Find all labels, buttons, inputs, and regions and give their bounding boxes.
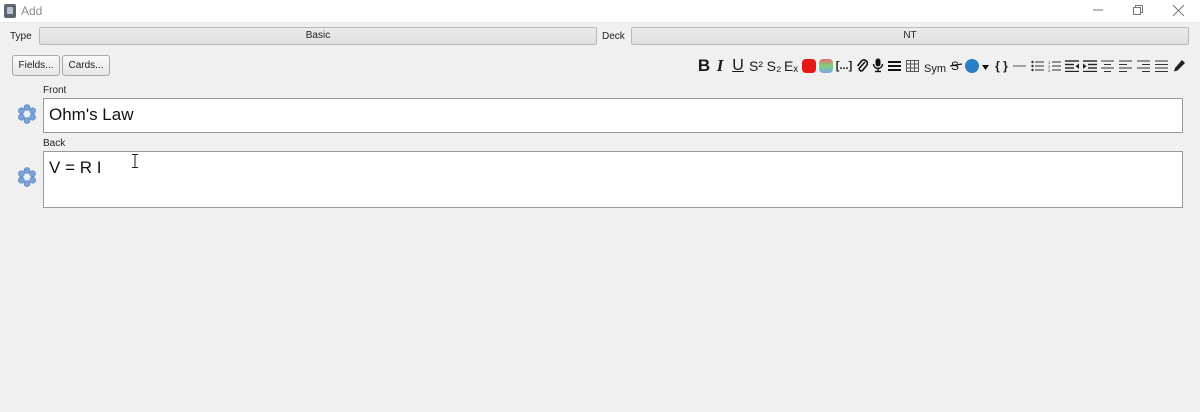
record-audio-button[interactable]	[870, 57, 885, 75]
sticky-field-icon[interactable]	[17, 167, 37, 187]
minimize-button[interactable]	[1078, 0, 1118, 20]
back-field-editor[interactable]: V = R I	[43, 151, 1183, 208]
back-field-text: V = R I	[49, 158, 102, 177]
text-cursor-icon	[132, 154, 138, 168]
align-right-button[interactable]	[1136, 57, 1151, 75]
subscript-button[interactable]: S₂	[765, 57, 783, 75]
background-color-button[interactable]	[964, 57, 990, 75]
indent-button[interactable]	[1082, 57, 1097, 75]
cards-button[interactable]: Cards...	[62, 55, 110, 76]
deck-label: Deck	[602, 31, 625, 42]
highlight-color-button[interactable]	[818, 57, 834, 75]
bullet-list-button[interactable]	[1030, 57, 1045, 75]
front-field-label: Front	[43, 85, 67, 96]
strikethrough-button[interactable]: S	[949, 57, 963, 75]
horizontal-rule-button[interactable]	[1012, 57, 1027, 75]
clear-format-button[interactable]: Eₓ	[783, 57, 799, 75]
restore-button[interactable]	[1118, 0, 1158, 20]
front-field-text: Ohm's Law	[49, 105, 134, 124]
text-color-icon	[802, 59, 816, 73]
pencil-button[interactable]	[1172, 57, 1187, 75]
align-center-icon	[1101, 60, 1114, 72]
background-color-icon	[965, 59, 989, 73]
italic-button[interactable]: I	[714, 57, 726, 75]
minimize-icon	[1093, 9, 1103, 11]
close-icon	[1172, 4, 1184, 17]
underline-button[interactable]: U	[730, 57, 746, 75]
attach-button[interactable]	[854, 57, 869, 75]
table-button[interactable]	[905, 57, 920, 75]
text-color-button[interactable]	[801, 57, 817, 75]
back-field-label: Back	[43, 138, 66, 149]
mathjax-button[interactable]: { }	[994, 57, 1009, 75]
cloze-button[interactable]: [...]	[835, 57, 853, 75]
numbered-list-button[interactable]: 123	[1047, 57, 1062, 75]
outdent-icon	[1064, 60, 1079, 72]
align-left-icon	[1119, 60, 1132, 72]
numbered-list-icon: 123	[1048, 60, 1061, 72]
formatting-toolbar: B I U S² S₂ Eₓ [...] Sym S { } 123	[694, 55, 1194, 77]
horizontal-rule-icon	[1013, 65, 1026, 67]
window-title: Add	[21, 4, 43, 18]
align-right-icon	[1137, 60, 1150, 72]
type-label: Type	[10, 31, 32, 42]
html-editor-icon	[888, 61, 901, 71]
fields-button[interactable]: Fields...	[12, 55, 60, 76]
justify-button[interactable]	[1154, 57, 1169, 75]
attach-icon	[856, 59, 868, 72]
note-type-selector[interactable]: Basic	[39, 27, 597, 45]
html-editor-button[interactable]	[887, 57, 902, 75]
table-icon	[906, 60, 919, 72]
bullet-list-icon	[1031, 60, 1044, 72]
sticky-field-icon[interactable]	[17, 104, 37, 124]
title-bar: Add	[0, 0, 1200, 23]
record-audio-icon	[872, 58, 883, 73]
pencil-icon	[1174, 60, 1185, 72]
front-field-editor[interactable]: Ohm's Law	[43, 98, 1183, 133]
highlight-color-icon	[819, 59, 833, 73]
justify-icon	[1155, 60, 1168, 72]
close-button[interactable]	[1158, 0, 1198, 20]
svg-text:3: 3	[1048, 68, 1051, 72]
outdent-button[interactable]	[1064, 57, 1079, 75]
bold-button[interactable]: B	[696, 57, 712, 75]
superscript-button[interactable]: S²	[747, 57, 765, 75]
restore-icon	[1133, 5, 1143, 15]
align-center-button[interactable]	[1100, 57, 1115, 75]
align-left-button[interactable]	[1118, 57, 1133, 75]
app-icon	[4, 4, 16, 18]
strikethrough-icon: S	[950, 59, 962, 73]
deck-selector[interactable]: NT	[631, 27, 1189, 45]
indent-icon	[1082, 60, 1097, 72]
symbols-button[interactable]: Sym	[923, 60, 947, 78]
